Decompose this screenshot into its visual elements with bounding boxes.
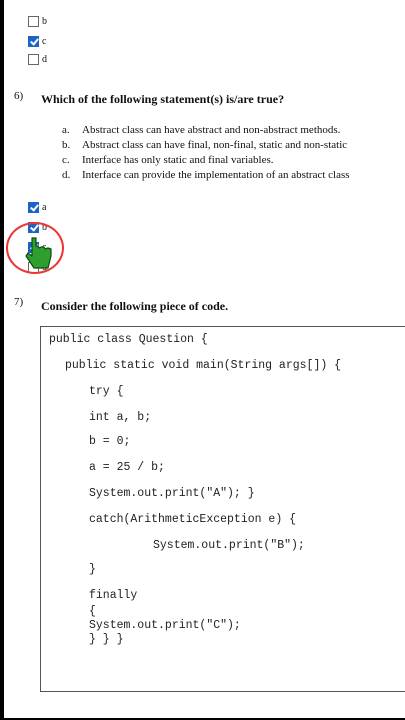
code-line: int a, b;	[89, 411, 152, 424]
code-line: System.out.print("B");	[153, 539, 305, 552]
code-line: } } }	[89, 633, 124, 646]
option-label: b	[42, 15, 47, 27]
statement-key: c.	[62, 154, 70, 166]
statement-a: a. Abstract class can have abstract and n…	[62, 124, 340, 136]
quiz-page: b c d 6) Which of the following statemen…	[4, 0, 405, 718]
code-line: b = 0;	[89, 435, 131, 448]
checkbox[interactable]	[28, 53, 39, 65]
code-line: catch(ArithmeticException e) {	[89, 513, 297, 526]
statement-text: Abstract class can have abstract and non…	[82, 124, 341, 136]
question-number: 7)	[14, 296, 24, 308]
code-line: System.out.print("C");	[89, 619, 241, 632]
code-line: try {	[89, 385, 124, 398]
option-c-checkbox[interactable]: c	[28, 34, 46, 48]
statement-b: b. Abstract class can have final, non-fin…	[62, 139, 347, 151]
statement-text: Interface has only static and final vari…	[82, 154, 274, 166]
code-line: public class Question {	[49, 333, 208, 346]
code-line: System.out.print("A"); }	[89, 487, 255, 500]
option-label: d	[42, 53, 47, 65]
hand-cursor-icon	[25, 237, 52, 269]
option-a-checkbox[interactable]: a	[28, 200, 46, 214]
question-text: Which of the following statement(s) is/a…	[41, 92, 285, 106]
statement-key: d.	[62, 169, 71, 181]
statement-key: a.	[62, 124, 70, 136]
question-text: Consider the following piece of code.	[41, 299, 229, 313]
option-label: c	[42, 35, 47, 47]
option-b-checkbox[interactable]: b	[28, 14, 47, 28]
statement-key: b.	[62, 139, 71, 151]
code-line: finally	[89, 589, 138, 602]
code-line: {	[89, 605, 96, 618]
code-line: public static void main(String args[]) {	[65, 359, 342, 372]
option-d-checkbox[interactable]: d	[28, 52, 47, 66]
checkbox[interactable]	[28, 15, 39, 27]
statement-text: Abstract class can have final, non-final…	[82, 139, 348, 151]
code-line: a = 25 / b;	[89, 461, 165, 474]
statement-c: c. Interface has only static and final va…	[62, 154, 274, 166]
checkbox[interactable]	[28, 201, 39, 213]
option-label: a	[42, 201, 47, 213]
code-block: public class Question { public static vo…	[40, 326, 405, 692]
checkbox[interactable]	[28, 35, 39, 47]
statement-text: Interface can provide the implementation…	[82, 169, 350, 181]
statement-d: d. Interface can provide the implementati…	[62, 169, 350, 181]
code-line: }	[89, 563, 96, 576]
question-number: 6)	[14, 90, 24, 102]
